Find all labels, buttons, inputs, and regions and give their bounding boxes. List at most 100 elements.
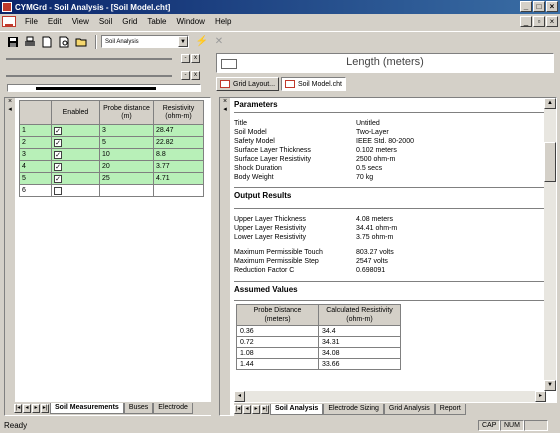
tab-electrode-sizing[interactable]: Electrode Sizing <box>323 404 384 415</box>
resistivity-cell[interactable]: 3.77 <box>153 160 204 173</box>
prev-sheet-icon[interactable]: ◂ <box>23 404 31 413</box>
enabled-checkbox[interactable]: ✓ <box>54 162 62 171</box>
table-row: 1.44 33.66 <box>236 358 401 370</box>
probe-cell[interactable]: 3 <box>99 124 154 137</box>
enabled-cell[interactable] <box>51 184 100 197</box>
tab-report[interactable]: Report <box>434 404 466 415</box>
table-row[interactable]: 6 <box>19 184 204 197</box>
cancel-icon[interactable]: ✕ <box>212 35 226 49</box>
maximize-button[interactable]: □ <box>533 1 545 12</box>
row-number[interactable]: 3 <box>19 148 52 161</box>
scroll-right-icon[interactable]: ▸ <box>535 391 546 402</box>
probe-cell[interactable] <box>99 184 154 197</box>
scroll-up-icon[interactable]: ▲ <box>544 98 556 109</box>
scroll-down-icon[interactable]: ▼ <box>544 380 556 391</box>
resistivity-cell[interactable]: 4.71 <box>153 172 204 185</box>
chevron-down-icon[interactable]: ▼ <box>178 36 188 47</box>
menu-grid[interactable]: Grid <box>117 17 142 26</box>
pane2-close-button[interactable]: x <box>191 71 200 80</box>
report-close-icon[interactable]: × <box>220 98 230 105</box>
scroll-left-icon[interactable]: ◂ <box>234 391 245 402</box>
close-button[interactable]: × <box>546 1 558 12</box>
tab-soil-measurements[interactable]: Soil Measurements <box>50 403 124 414</box>
row-number[interactable]: 5 <box>19 172 52 185</box>
menu-table[interactable]: Table <box>142 17 171 26</box>
menu-edit[interactable]: Edit <box>43 17 67 26</box>
enabled-cell[interactable]: ✓ <box>51 148 100 161</box>
doc-restore-button[interactable]: ▫ <box>533 16 545 27</box>
next-sheet-icon[interactable]: ▸ <box>32 404 40 413</box>
menu-file[interactable]: File <box>20 17 43 26</box>
title-bar: CYMGrd - Soil Analysis - [Soil Model.cht… <box>0 0 560 14</box>
enabled-cell[interactable]: ✓ <box>51 136 100 149</box>
row-number[interactable]: 6 <box>19 184 52 197</box>
tab-buses[interactable]: Buses <box>123 403 154 414</box>
open-folder-icon[interactable] <box>74 35 88 49</box>
enabled-cell[interactable]: ✓ <box>51 160 100 173</box>
column-resistivity[interactable]: Resistivity (ohm-m) <box>153 100 204 125</box>
probe-cell[interactable]: 20 <box>99 160 154 173</box>
resistivity-cell[interactable]: 22.82 <box>153 136 204 149</box>
table-row[interactable]: 1 ✓ 3 28.47 <box>19 124 204 137</box>
enabled-checkbox[interactable]: ✓ <box>54 126 62 135</box>
resistivity-cell[interactable]: 28.47 <box>153 124 204 137</box>
resistivity-cell[interactable]: 8.8 <box>153 148 204 161</box>
pane-pin-icon[interactable]: ◂ <box>5 105 15 113</box>
prev-report-icon[interactable]: ◂ <box>243 405 251 414</box>
table-row[interactable]: 3 ✓ 10 8.8 <box>19 148 204 161</box>
probe-cell[interactable]: 25 <box>99 172 154 185</box>
flash-icon[interactable]: ⚡ <box>195 35 209 49</box>
new-document-icon[interactable] <box>40 35 54 49</box>
enabled-cell[interactable]: ✓ <box>51 172 100 185</box>
tab-soil-model[interactable]: Soil Model.cht <box>281 77 346 91</box>
menu-help[interactable]: Help <box>210 17 236 26</box>
enabled-checkbox[interactable]: ✓ <box>54 138 62 147</box>
row-number[interactable]: 1 <box>19 124 52 137</box>
menu-soil[interactable]: Soil <box>94 17 117 26</box>
resistivity-cell[interactable] <box>153 184 204 197</box>
pane-close-icon[interactable]: × <box>5 98 15 105</box>
pane1-minimize-button[interactable]: - <box>181 54 190 63</box>
row-number[interactable]: 4 <box>19 160 52 173</box>
last-sheet-icon[interactable]: ▸| <box>41 404 49 413</box>
menu-view[interactable]: View <box>67 17 94 26</box>
print-icon[interactable] <box>23 35 37 49</box>
assumed-values-heading: Assumed Values <box>234 285 298 294</box>
tab-electrode[interactable]: Electrode <box>153 403 193 414</box>
table-row[interactable]: 5 ✓ 25 4.71 <box>19 172 204 185</box>
doc-close-button[interactable]: × <box>546 16 558 27</box>
row-number[interactable]: 2 <box>19 136 52 149</box>
table-row[interactable]: 4 ✓ 20 3.77 <box>19 160 204 173</box>
tab-grid-layout[interactable]: Grid Layout... <box>216 77 280 91</box>
tab-grid-analysis[interactable]: Grid Analysis <box>383 404 435 415</box>
doc-minimize-button[interactable]: _ <box>520 16 532 27</box>
print-preview-icon[interactable] <box>57 35 71 49</box>
vertical-scrollbar[interactable]: ▲ ▼ <box>544 98 556 391</box>
output-row: Reduction Factor C 0.698091 <box>234 267 386 274</box>
first-report-icon[interactable]: |◂ <box>234 405 242 414</box>
enabled-cell[interactable]: ✓ <box>51 124 100 137</box>
menu-window[interactable]: Window <box>171 17 209 26</box>
probe-cell[interactable]: 10 <box>99 148 154 161</box>
enabled-checkbox[interactable]: ✓ <box>54 150 62 159</box>
column-probe-distance[interactable]: Probe distance (m) <box>99 100 154 125</box>
enabled-checkbox[interactable]: ✓ <box>54 174 62 183</box>
horizontal-scrollbar[interactable]: ◂ ▸ <box>234 391 546 402</box>
module-combo[interactable]: Soil Analysis ▼ <box>101 35 189 48</box>
scroll-thumb[interactable] <box>544 142 556 182</box>
last-report-icon[interactable]: ▸| <box>261 405 269 414</box>
minimize-button[interactable]: _ <box>520 1 532 12</box>
tab-soil-analysis[interactable]: Soil Analysis <box>270 404 324 415</box>
report-pin-icon[interactable]: ◂ <box>220 105 230 113</box>
pane2-minimize-button[interactable]: - <box>181 71 190 80</box>
probe-cell[interactable]: 5 <box>99 136 154 149</box>
save-icon[interactable] <box>6 35 20 49</box>
document-icon[interactable] <box>2 16 16 27</box>
enabled-checkbox[interactable] <box>54 186 62 195</box>
table-row[interactable]: 2 ✓ 5 22.82 <box>19 136 204 149</box>
next-report-icon[interactable]: ▸ <box>252 405 260 414</box>
first-sheet-icon[interactable]: |◂ <box>14 404 22 413</box>
table-row: 0.36 34.4 <box>236 325 401 337</box>
column-enabled[interactable]: Enabled <box>51 100 100 125</box>
pane1-close-button[interactable]: x <box>191 54 200 63</box>
